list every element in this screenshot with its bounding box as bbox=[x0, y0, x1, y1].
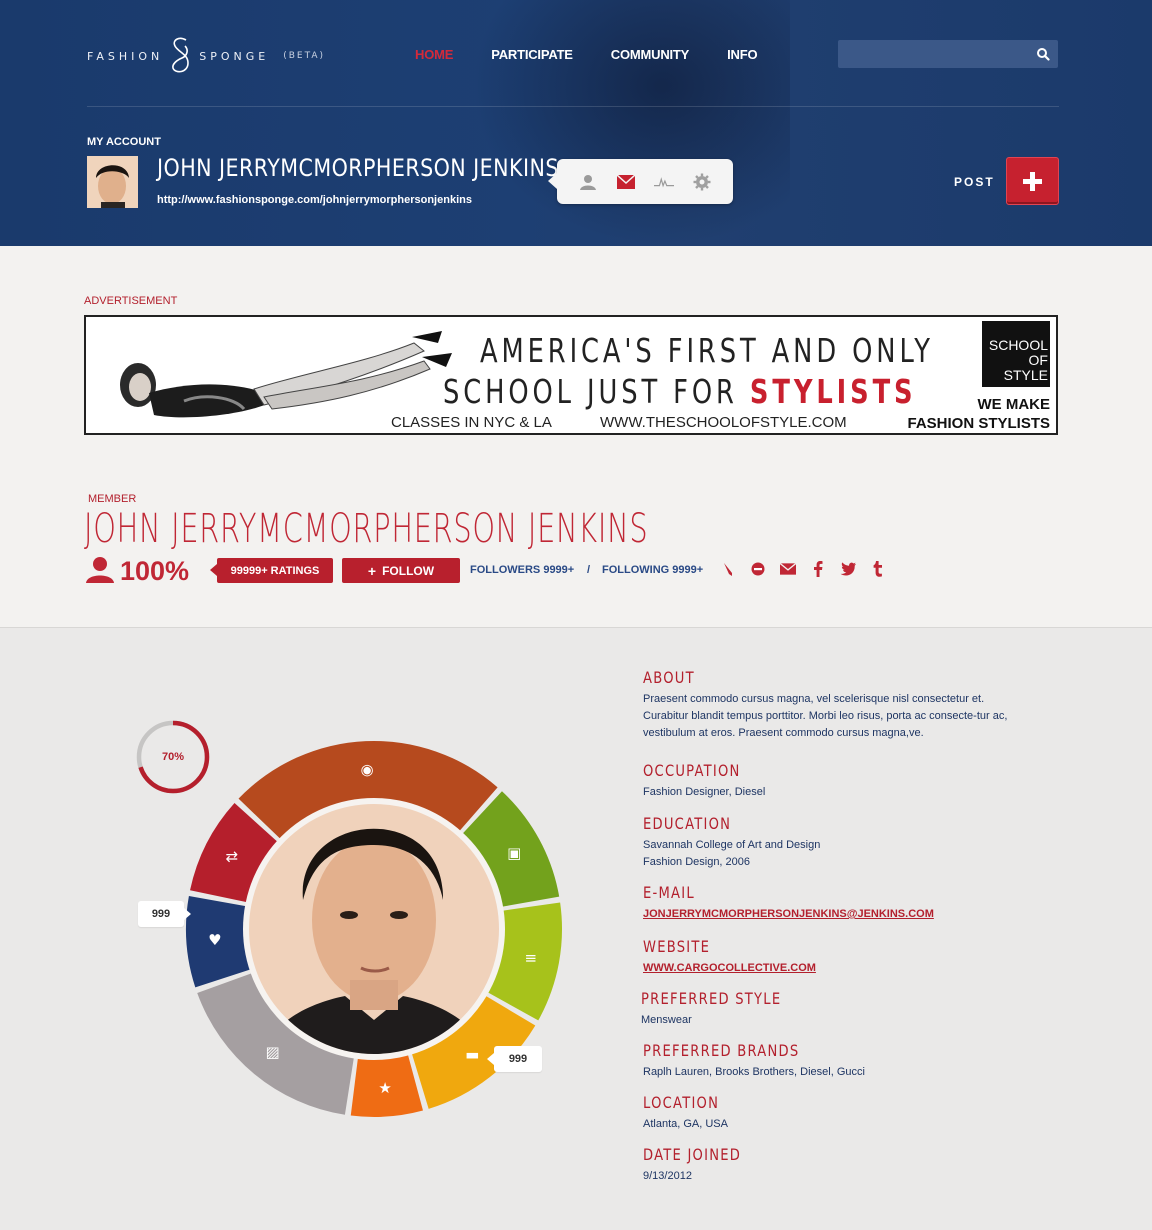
education-title: EDUCATION bbox=[643, 814, 732, 833]
brands-field: PREFERRED BRANDS Raplh Lauren, Brooks Br… bbox=[643, 1041, 865, 1081]
person-icon bbox=[86, 557, 114, 583]
ad-school-line-2: OF STYLE bbox=[1003, 352, 1048, 383]
ad-classes: CLASSES IN NYC & LA bbox=[391, 414, 552, 431]
ratings-badge[interactable]: 99999+ RATINGS bbox=[210, 558, 333, 583]
joined-field: DATE JOINED 9/13/2012 bbox=[643, 1145, 763, 1185]
likes-count-bubble[interactable]: 999 bbox=[138, 901, 191, 927]
ad-school-line-1: SCHOOL bbox=[988, 337, 1048, 353]
tumblr-icon[interactable] bbox=[870, 561, 886, 577]
email-field: E-MAIL JONJERRYMCMORPHERSONJENKINS@JENKI… bbox=[643, 883, 934, 923]
followers-link[interactable]: FOLLOWERS 9999+ bbox=[470, 564, 574, 576]
style-title: PREFERRED STYLE bbox=[641, 989, 782, 1008]
account-name[interactable]: JOHN JERRYMCMORPHERSON JENKINS bbox=[157, 154, 559, 182]
ad-tagline-1: WE MAKE bbox=[977, 396, 1051, 413]
activity-icon[interactable] bbox=[654, 172, 674, 192]
comments-count-bubble[interactable]: 999 bbox=[487, 1046, 542, 1072]
search-box bbox=[838, 40, 1058, 68]
joined-value: 9/13/2012 bbox=[643, 1170, 692, 1182]
pencil-icon[interactable] bbox=[720, 561, 736, 577]
website-title: WEBSITE bbox=[643, 937, 711, 956]
location-field: LOCATION Atlanta, GA, USA bbox=[643, 1093, 736, 1133]
ad-headline-2-prefix: SCHOOL JUST FOR bbox=[443, 372, 738, 411]
contact-icon: ▣ bbox=[507, 844, 521, 862]
member-score: 100% bbox=[120, 556, 190, 586]
header-divider bbox=[87, 106, 1059, 107]
brands-title: PREFERRED BRANDS bbox=[643, 1041, 800, 1060]
member-actions bbox=[720, 561, 886, 577]
education-school: Savannah College of Art and Design bbox=[643, 839, 821, 851]
account-avatar[interactable] bbox=[87, 156, 138, 208]
location-value: Atlanta, GA, USA bbox=[643, 1118, 728, 1130]
block-icon[interactable] bbox=[750, 561, 766, 577]
ad-website: WWW.THESCHOOLOFSTYLE.COM bbox=[600, 414, 847, 431]
member-label: MEMBER bbox=[88, 493, 137, 505]
plus-icon: + bbox=[367, 562, 377, 579]
nav-participate[interactable]: PARTICIPATE bbox=[491, 47, 573, 62]
mail-icon[interactable] bbox=[616, 172, 636, 192]
account-menu-popover bbox=[548, 159, 733, 204]
comment-icon: ▬ bbox=[465, 1046, 479, 1064]
post-label: POST bbox=[954, 175, 995, 189]
nav-community[interactable]: COMMUNITY bbox=[611, 47, 690, 62]
occupation-value: Fashion Designer, Diesel bbox=[643, 786, 766, 798]
style-field: PREFERRED STYLE Menswear bbox=[641, 989, 812, 1029]
profile-icon[interactable] bbox=[578, 172, 598, 192]
logo-beta-tag: (BETA) bbox=[283, 51, 326, 61]
ad-tagline-2: FASHION STYLISTS bbox=[907, 415, 1050, 432]
member-stats-bar: 100% 99999+ RATINGS + FOLLOW FOLLOWERS 9… bbox=[84, 556, 984, 586]
account-url[interactable]: http://www.fashionsponge.com/johnjerrymo… bbox=[157, 194, 472, 206]
ad-headline-2-highlight: STYLISTS bbox=[749, 372, 917, 411]
website-link[interactable]: WWW.CARGOCOLLECTIVE.COM bbox=[643, 960, 816, 977]
brands-value: Raplh Lauren, Brooks Brothers, Diesel, G… bbox=[643, 1066, 865, 1078]
twitter-icon[interactable] bbox=[840, 561, 856, 577]
site-logo[interactable]: FASHION SPONGE (BETA) bbox=[87, 36, 325, 76]
site-header: FASHION SPONGE (BETA) HOME PARTICIPATE C… bbox=[0, 0, 1152, 246]
member-name: JOHN JERRYMCMORPHERSON JENKINS bbox=[84, 506, 649, 552]
following-link[interactable]: FOLLOWING 9999+ bbox=[602, 564, 703, 576]
main-nav: HOME PARTICIPATE COMMUNITY INFO bbox=[415, 47, 758, 62]
heart-icon: ♥ bbox=[208, 931, 221, 949]
style-value: Menswear bbox=[641, 1014, 692, 1026]
education-value: Savannah College of Art and Design Fashio… bbox=[643, 837, 820, 871]
settings-icon[interactable] bbox=[692, 172, 712, 192]
follow-button[interactable]: + FOLLOW bbox=[342, 558, 460, 583]
ad-headline-1: AMERICA'S FIRST AND ONLY bbox=[480, 331, 934, 370]
mail-icon[interactable] bbox=[780, 561, 796, 577]
eye-icon: ◉ bbox=[360, 761, 373, 779]
search-icon[interactable] bbox=[1036, 47, 1050, 61]
follow-label: FOLLOW bbox=[382, 563, 435, 578]
about-field: ABOUT Praesent commodo cursus magna, vel… bbox=[643, 668, 1013, 742]
header-background-model bbox=[470, 0, 790, 246]
joined-title: DATE JOINED bbox=[643, 1145, 742, 1164]
advertisement-label: ADVERTISEMENT bbox=[84, 295, 178, 307]
my-account-label: MY ACCOUNT bbox=[87, 136, 161, 148]
website-field: WEBSITE WWW.CARGOCOLLECTIVE.COM bbox=[643, 937, 816, 977]
image-icon: ▨ bbox=[265, 1043, 279, 1061]
logo-s-mark-icon bbox=[172, 37, 190, 73]
followers-separator: / bbox=[587, 564, 591, 576]
post-button[interactable] bbox=[1006, 157, 1059, 205]
location-title: LOCATION bbox=[643, 1093, 720, 1112]
email-link[interactable]: JONJERRYMCMORPHERSONJENKINS@JENKINS.COM bbox=[643, 906, 934, 923]
search-input[interactable] bbox=[838, 40, 1028, 68]
email-title: E-MAIL bbox=[643, 883, 695, 902]
ad-school-logo: SCHOOL OF STYLE bbox=[982, 321, 1050, 387]
education-field: EDUCATION Savannah College of Art and De… bbox=[643, 814, 820, 871]
repost-icon: ⇄ bbox=[226, 848, 239, 866]
nav-info[interactable]: INFO bbox=[727, 47, 757, 62]
advertisement-banner[interactable]: AMERICA'S FIRST AND ONLY SCHOOL JUST FOR… bbox=[84, 315, 1058, 435]
text-icon: ≡ bbox=[525, 949, 538, 967]
occupation-field: OCCUPATION Fashion Designer, Diesel bbox=[643, 761, 765, 801]
education-degree: Fashion Design, 2006 bbox=[643, 856, 751, 868]
nav-home[interactable]: HOME bbox=[415, 47, 453, 62]
about-title: ABOUT bbox=[643, 668, 695, 687]
logo-word-right: SPONGE bbox=[199, 49, 270, 63]
ad-tagline: WE MAKE FASHION STYLISTS bbox=[907, 395, 1050, 433]
about-text: Praesent commodo cursus magna, vel scele… bbox=[643, 693, 1008, 739]
occupation-title: OCCUPATION bbox=[643, 761, 741, 780]
ad-headline-2: SCHOOL JUST FOR STYLISTS bbox=[443, 372, 916, 411]
logo-word-left: FASHION bbox=[87, 49, 164, 63]
facebook-icon[interactable] bbox=[810, 561, 826, 577]
star-icon: ★ bbox=[378, 1079, 391, 1097]
